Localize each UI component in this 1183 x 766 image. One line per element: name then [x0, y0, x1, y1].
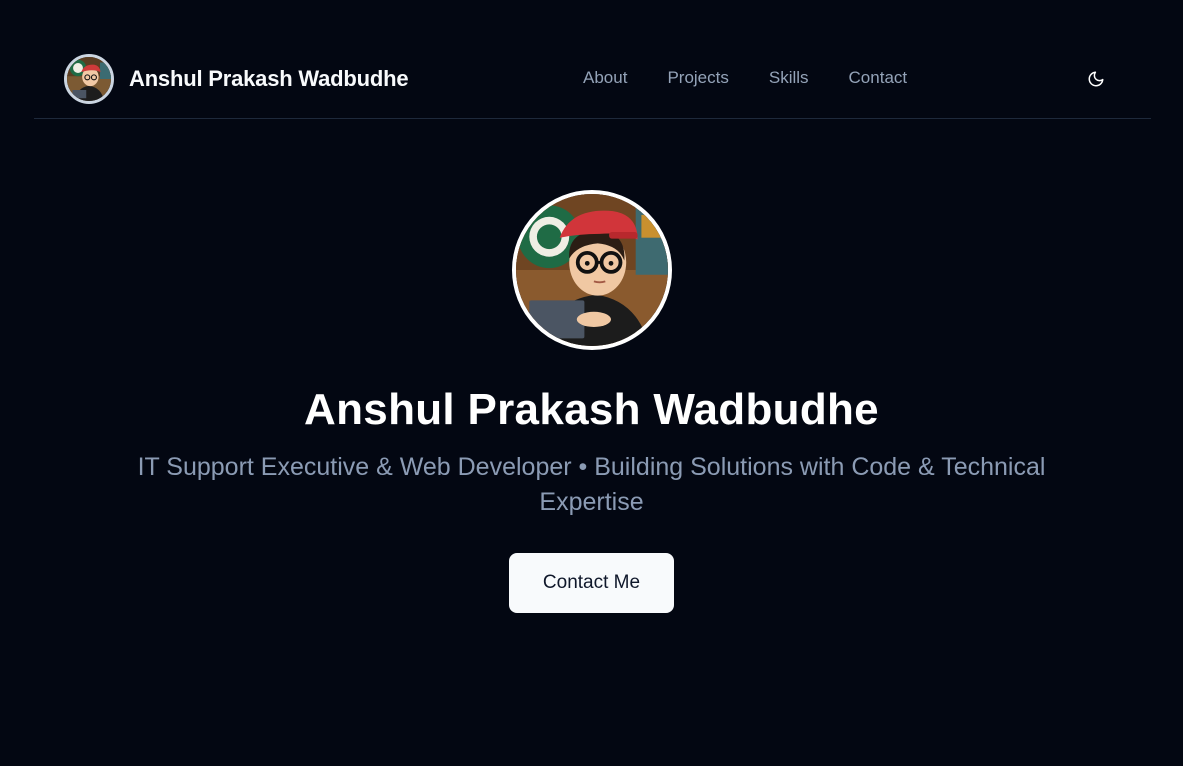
nav-link-contact[interactable]: Contact — [849, 68, 908, 88]
top-navbar: Anshul Prakash Wadbudhe About Projects S… — [34, 0, 1151, 119]
profile-avatar — [511, 190, 672, 350]
brand-name: Anshul Prakash Wadbudhe — [129, 66, 409, 91]
nav-link-projects[interactable]: Projects — [667, 68, 728, 88]
theme-toggle-button[interactable] — [1080, 64, 1112, 96]
brand-link[interactable]: Anshul Prakash Wadbudhe — [64, 54, 409, 104]
contact-me-button[interactable]: Contact Me — [509, 553, 674, 613]
nav-link-about[interactable]: About — [583, 68, 627, 88]
hero-section: Anshul Prakash Wadbudhe IT Support Execu… — [0, 190, 1183, 613]
brand-avatar — [64, 54, 114, 104]
hero-title: Anshul Prakash Wadbudhe — [304, 385, 879, 434]
main-nav: About Projects Skills Contact — [583, 68, 907, 88]
hero-subtitle: IT Support Executive & Web Developer • B… — [137, 453, 1046, 516]
moon-icon — [1087, 70, 1105, 91]
nav-link-skills[interactable]: Skills — [769, 68, 809, 88]
